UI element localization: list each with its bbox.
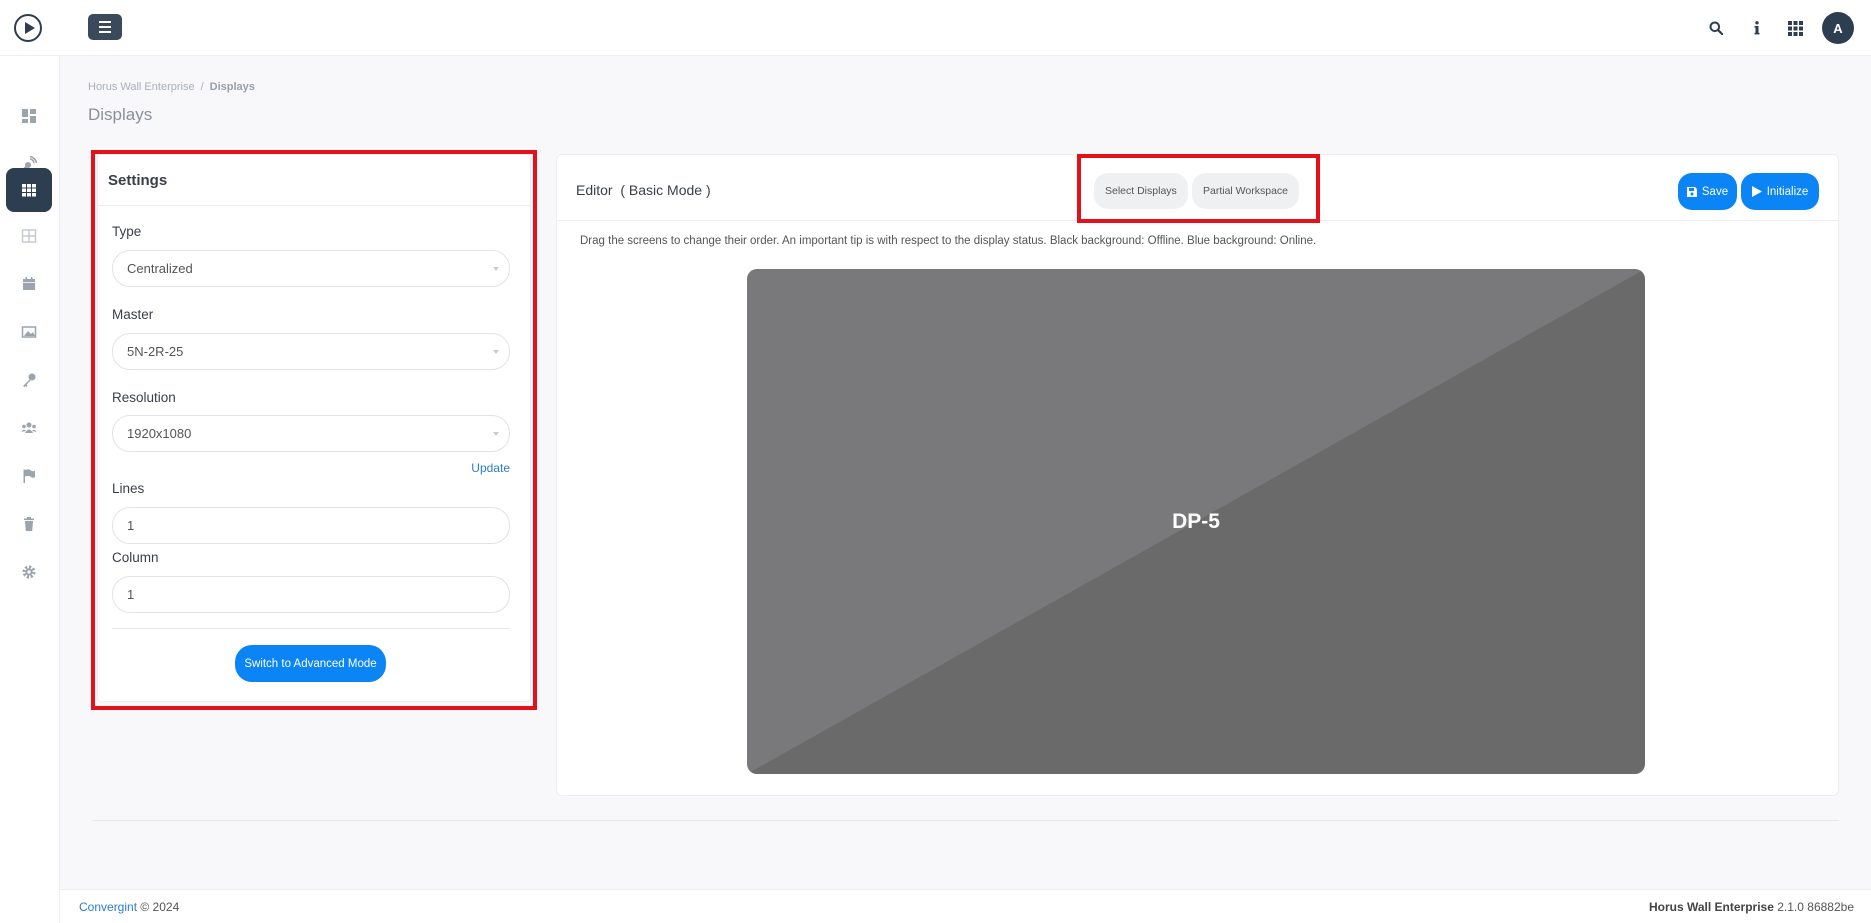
version-text: 2.1.0 86882be: [1777, 900, 1854, 914]
apps-grid-icon[interactable]: [1784, 17, 1806, 39]
users-icon: [21, 422, 37, 433]
breadcrumb: Horus Wall Enterprise / Displays: [88, 81, 255, 93]
search-icon[interactable]: [1705, 17, 1727, 39]
breadcrumb-separator: /: [200, 81, 204, 93]
sidebar-item-keys[interactable]: [6, 358, 52, 402]
sidebar-item-trash[interactable]: [6, 502, 52, 546]
sidebar-item-media[interactable]: [6, 310, 52, 354]
copyright-text: © 2024: [140, 900, 180, 914]
switch-advanced-mode-button[interactable]: Switch to Advanced Mode: [235, 645, 386, 682]
info-icon[interactable]: [1746, 17, 1768, 39]
play-icon: [1751, 186, 1762, 197]
image-icon: [21, 326, 37, 338]
lines-label: Lines: [112, 481, 145, 496]
editor-panel: Editor ( Basic Mode ) Select Displays Pa…: [556, 154, 1839, 796]
calendar-icon: [23, 277, 35, 290]
footer-version: Horus Wall Enterprise 2.1.0 86882be: [1649, 900, 1854, 914]
lines-input[interactable]: [112, 507, 510, 544]
dashboard-icon: [22, 109, 36, 123]
partial-workspace-button[interactable]: Partial Workspace: [1192, 173, 1300, 209]
avatar[interactable]: A: [1822, 12, 1854, 44]
editor-title-text: Editor: [576, 182, 613, 198]
gear-icon: [22, 565, 36, 579]
floppy-disk-icon: [1686, 186, 1697, 197]
editor-title: Editor ( Basic Mode ): [576, 182, 711, 198]
column-input[interactable]: [112, 576, 510, 613]
menu-line: [99, 31, 111, 33]
footer: Convergint © 2024 Horus Wall Enterprise …: [60, 889, 1871, 923]
select-displays-button[interactable]: Select Displays: [1094, 173, 1188, 209]
type-select-value: Centralized: [127, 261, 193, 276]
menu-line: [99, 21, 111, 23]
sidebar-item-settings[interactable]: [6, 550, 52, 594]
initialize-button[interactable]: Initialize: [1741, 173, 1819, 210]
chevron-down-icon: [493, 267, 499, 271]
editor-hint: Drag the screens to change their order. …: [580, 235, 1317, 247]
chevron-down-icon: [493, 432, 499, 436]
column-label: Column: [112, 550, 159, 565]
trash-icon: [24, 517, 34, 531]
master-select[interactable]: 5N-2R-25: [112, 333, 510, 370]
type-select[interactable]: Centralized: [112, 250, 510, 287]
resolution-select[interactable]: 1920x1080: [112, 415, 510, 452]
flag-icon: [23, 469, 35, 483]
sidebar-item-layouts[interactable]: [6, 214, 52, 258]
play-logo-icon[interactable]: [14, 14, 42, 42]
company-link[interactable]: Convergint: [79, 900, 137, 914]
settings-title: Settings: [98, 155, 530, 206]
initialize-button-label: Initialize: [1766, 185, 1809, 198]
page-title: Displays: [88, 105, 153, 124]
product-name: Horus Wall Enterprise: [1648, 900, 1774, 914]
master-label: Master: [112, 307, 154, 322]
master-select-value: 5N-2R-25: [127, 344, 184, 359]
sidebar-item-dashboard[interactable]: [6, 94, 52, 138]
settings-panel: Settings Type Centralized Master 5N-2R-2…: [97, 154, 531, 702]
update-link[interactable]: Update: [471, 461, 510, 475]
breadcrumb-root[interactable]: Horus Wall Enterprise: [88, 81, 195, 93]
divider: [112, 628, 510, 629]
display-tile[interactable]: DP-5: [747, 269, 1645, 774]
key-icon: [23, 373, 36, 387]
type-label: Type: [112, 224, 142, 239]
sidebar-item-displays[interactable]: [6, 168, 52, 212]
top-bar: A: [0, 0, 1871, 56]
save-button-label: Save: [1701, 185, 1729, 198]
editor-mode: ( Basic Mode ): [620, 182, 711, 198]
sidebar-item-schedule[interactable]: [6, 262, 52, 306]
save-button[interactable]: Save: [1678, 173, 1737, 210]
menu-line: [99, 26, 111, 28]
sidebar: [0, 56, 60, 923]
resolution-label: Resolution: [112, 390, 176, 405]
display-name: DP-5: [1172, 509, 1220, 533]
sidebar-item-users[interactable]: [6, 406, 52, 450]
sidebar-item-reports[interactable]: [6, 454, 52, 498]
breadcrumb-current: Displays: [209, 81, 255, 93]
resolution-select-value: 1920x1080: [127, 426, 192, 441]
display-grid-icon: [22, 184, 36, 197]
layout-icon: [21, 229, 37, 243]
hamburger-menu-button[interactable]: [88, 14, 122, 40]
footer-copyright: Convergint © 2024: [79, 900, 179, 914]
divider: [92, 820, 1839, 821]
chevron-down-icon: [493, 350, 499, 354]
